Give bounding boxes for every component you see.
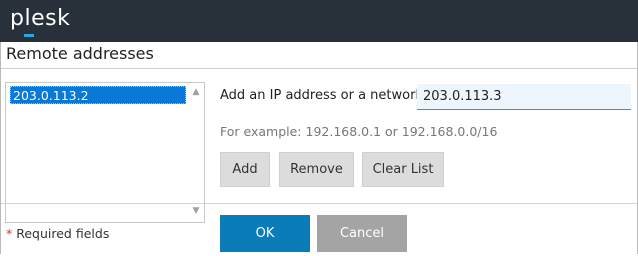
add-button[interactable]: Add	[220, 152, 270, 187]
clear-list-button[interactable]: Clear List	[362, 152, 444, 187]
chevron-down-icon[interactable]: ▼	[190, 206, 202, 218]
ok-button[interactable]: OK	[220, 215, 310, 252]
app-titlebar: plesk	[0, 0, 638, 42]
dialog-title: Remote addresses	[6, 44, 154, 63]
chevron-up-icon[interactable]: ▲	[190, 87, 202, 99]
ip-listbox[interactable]: 203.0.113.2 ▲ ▼	[5, 82, 205, 223]
footer-divider	[1, 203, 637, 204]
required-fields-note: * Required fields	[6, 226, 109, 241]
remote-addresses-dialog: Remote addresses 203.0.113.2 ▲ ▼ Add an …	[0, 42, 638, 254]
logo-accent	[24, 34, 34, 37]
ip-field-label: Add an IP address or a network:	[220, 88, 428, 103]
example-hint: For example: 192.168.0.1 or 192.168.0.0/…	[220, 124, 498, 139]
required-star: *	[6, 226, 13, 241]
list-item[interactable]: 203.0.113.2	[10, 86, 186, 104]
remove-button[interactable]: Remove	[279, 152, 354, 187]
ip-address-input[interactable]	[417, 84, 631, 110]
plesk-logo: plesk	[10, 6, 71, 31]
required-text: Required fields	[16, 226, 110, 241]
title-divider	[1, 68, 637, 69]
cancel-button[interactable]: Cancel	[317, 215, 407, 252]
listbox-scrollbar[interactable]: ▲ ▼	[188, 83, 204, 222]
